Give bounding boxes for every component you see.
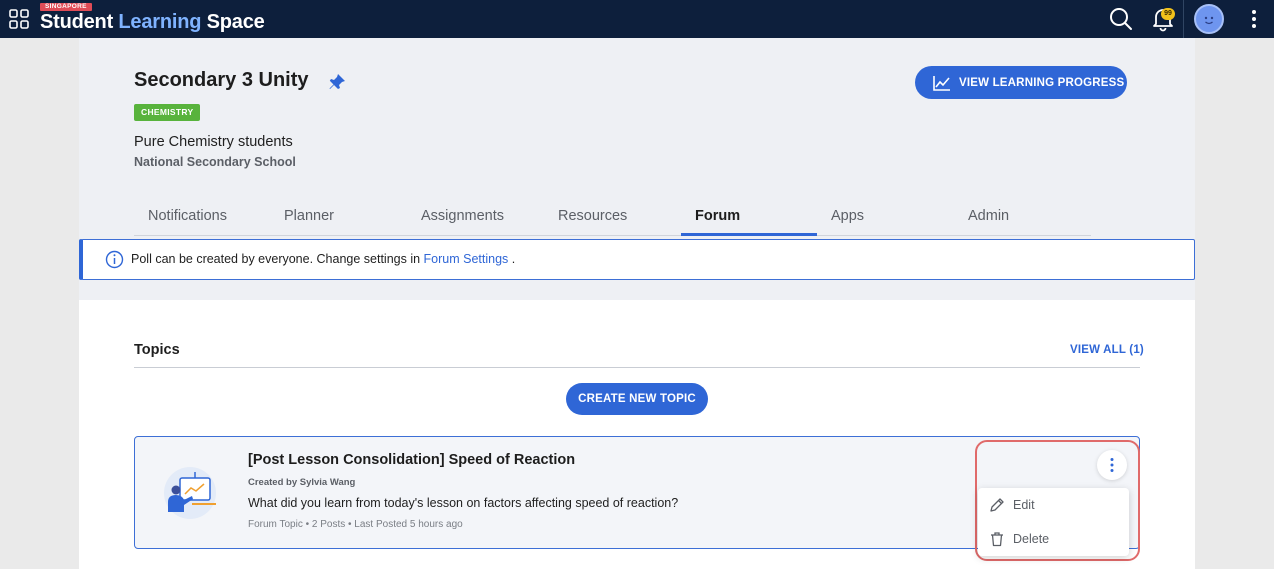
create-new-topic-button[interactable]: CREATE NEW TOPIC	[566, 383, 708, 415]
tab-notifications[interactable]: Notifications	[148, 208, 227, 224]
topic-meta: Forum Topic • 2 Posts • Last Posted 5 ho…	[248, 519, 463, 530]
avatar-face-icon	[1204, 16, 1214, 25]
topic-options-menu: Edit Delete	[978, 488, 1129, 556]
apps-grid-icon[interactable]	[9, 9, 29, 29]
menu-item-delete[interactable]: Delete	[978, 522, 1129, 556]
class-description: Pure Chemistry students	[134, 134, 293, 150]
logo-text: Student Learning Space	[40, 10, 265, 34]
topic-question: What did you learn from today's lesson o…	[248, 496, 679, 510]
chart-line-icon	[933, 75, 950, 91]
view-learning-progress-label: VIEW LEARNING PROGRESS	[959, 76, 1125, 89]
banner-suffix: .	[508, 252, 516, 266]
more-vertical-icon[interactable]	[1246, 7, 1262, 31]
info-banner: Poll can be created by everyone. Change …	[79, 239, 1195, 280]
view-learning-progress-button[interactable]: VIEW LEARNING PROGRESS	[915, 66, 1127, 99]
notification-badge: 99	[1161, 8, 1175, 20]
banner-message: Poll can be created by everyone. Change …	[131, 252, 515, 266]
more-vertical-icon	[1110, 458, 1114, 472]
logo-word-student: Student	[40, 11, 114, 33]
tab-forum[interactable]: Forum	[695, 208, 740, 224]
info-icon	[105, 250, 124, 269]
class-title: Secondary 3 Unity	[134, 69, 309, 91]
subject-tag: CHEMISTRY	[134, 104, 201, 121]
user-avatar[interactable]	[1194, 4, 1224, 34]
search-icon[interactable]	[1108, 6, 1134, 32]
trash-icon	[991, 532, 1003, 547]
banner-text: Poll can be created by everyone. Change …	[131, 252, 424, 266]
menu-item-delete-label: Delete	[1013, 532, 1050, 546]
topics-divider	[134, 367, 1140, 368]
topbar-divider	[1183, 0, 1184, 38]
tab-planner[interactable]: Planner	[284, 208, 334, 224]
topic-title[interactable]: [Post Lesson Consolidation] Speed of Rea…	[248, 452, 575, 468]
view-all-link[interactable]: VIEW ALL (1)	[1070, 344, 1144, 356]
active-tab-indicator	[681, 233, 817, 236]
teacher-presentation-icon	[164, 467, 216, 519]
menu-item-edit-label: Edit	[1013, 498, 1035, 512]
school-name: National Secondary School	[134, 155, 296, 169]
logo-word-space: Space	[206, 11, 265, 33]
topics-heading: Topics	[134, 342, 180, 358]
topic-author: Created by Sylvia Wang	[248, 477, 356, 488]
logo-word-learning: Learning	[118, 11, 202, 33]
menu-item-edit[interactable]: Edit	[978, 488, 1129, 522]
tab-assignments[interactable]: Assignments	[421, 208, 504, 224]
tab-apps[interactable]: Apps	[831, 208, 864, 224]
forum-settings-link[interactable]: Forum Settings	[424, 252, 509, 266]
tab-admin[interactable]: Admin	[968, 208, 1009, 224]
pencil-icon	[990, 498, 1004, 512]
pin-icon[interactable]	[327, 72, 347, 92]
tabs-divider	[134, 235, 1091, 236]
tab-resources[interactable]: Resources	[558, 208, 627, 224]
topic-options-button[interactable]	[1097, 450, 1127, 480]
